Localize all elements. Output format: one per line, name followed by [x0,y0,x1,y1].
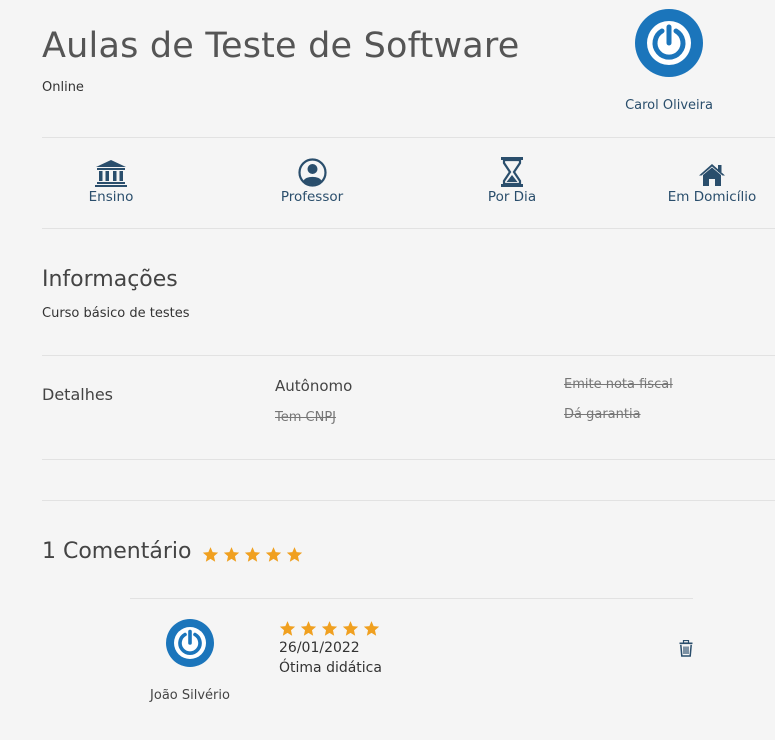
power-icon [174,627,206,659]
user-circle-icon [297,158,327,187]
divider [42,459,775,460]
home-icon [699,164,725,186]
feature-por-dia: Por Dia [437,155,587,205]
detail-da-garantia: Dá garantia [564,407,641,422]
divider [42,137,775,138]
info-title: Informações [42,267,178,292]
star-icon [321,621,338,636]
detail-tem-cnpj: Tem CNPJ [275,410,337,425]
star-icon [342,621,359,636]
mode-label: Online [42,80,84,95]
owner-name[interactable]: Carol Oliveira [600,98,738,113]
feature-ensino: Ensino [36,155,186,205]
comments-title: 1 Comentário [42,539,192,564]
info-description: Curso básico de testes [42,306,190,321]
review-date: 26/01/2022 [279,640,360,656]
bank-icon [95,160,127,187]
detail-emite-nota-fiscal: Emite nota fiscal [564,377,673,392]
trash-icon [679,639,693,657]
power-icon [647,21,691,65]
divider [42,355,775,356]
feature-label: Em Domicílio [667,189,757,205]
feature-professor: Professor [237,155,387,205]
star-icon [300,621,317,636]
star-icon [202,547,219,562]
divider [42,228,775,229]
feature-label: Ensino [88,189,134,205]
review-divider [130,598,693,599]
reviewer-avatar[interactable] [166,619,214,667]
details-label: Detalhes [42,385,114,404]
feature-label: Por Dia [487,189,537,205]
page-title: Aulas de Teste de Software [42,26,520,66]
delete-review-button[interactable] [679,639,693,657]
feature-em-domicilio: Em Domicílio [637,155,775,205]
average-rating [202,546,303,563]
owner-avatar[interactable] [635,9,703,77]
divider [42,500,775,501]
feature-label: Professor [280,189,344,205]
star-icon [363,621,380,636]
review-rating [279,620,380,637]
star-icon [244,547,261,562]
star-icon [279,621,296,636]
star-icon [265,547,282,562]
review-text: Ótima didática [279,660,382,676]
star-icon [286,547,303,562]
hourglass-icon [501,157,523,187]
reviewer-name[interactable]: João Silvério [130,688,250,703]
detail-autonomo: Autônomo [275,377,353,395]
star-icon [223,547,240,562]
